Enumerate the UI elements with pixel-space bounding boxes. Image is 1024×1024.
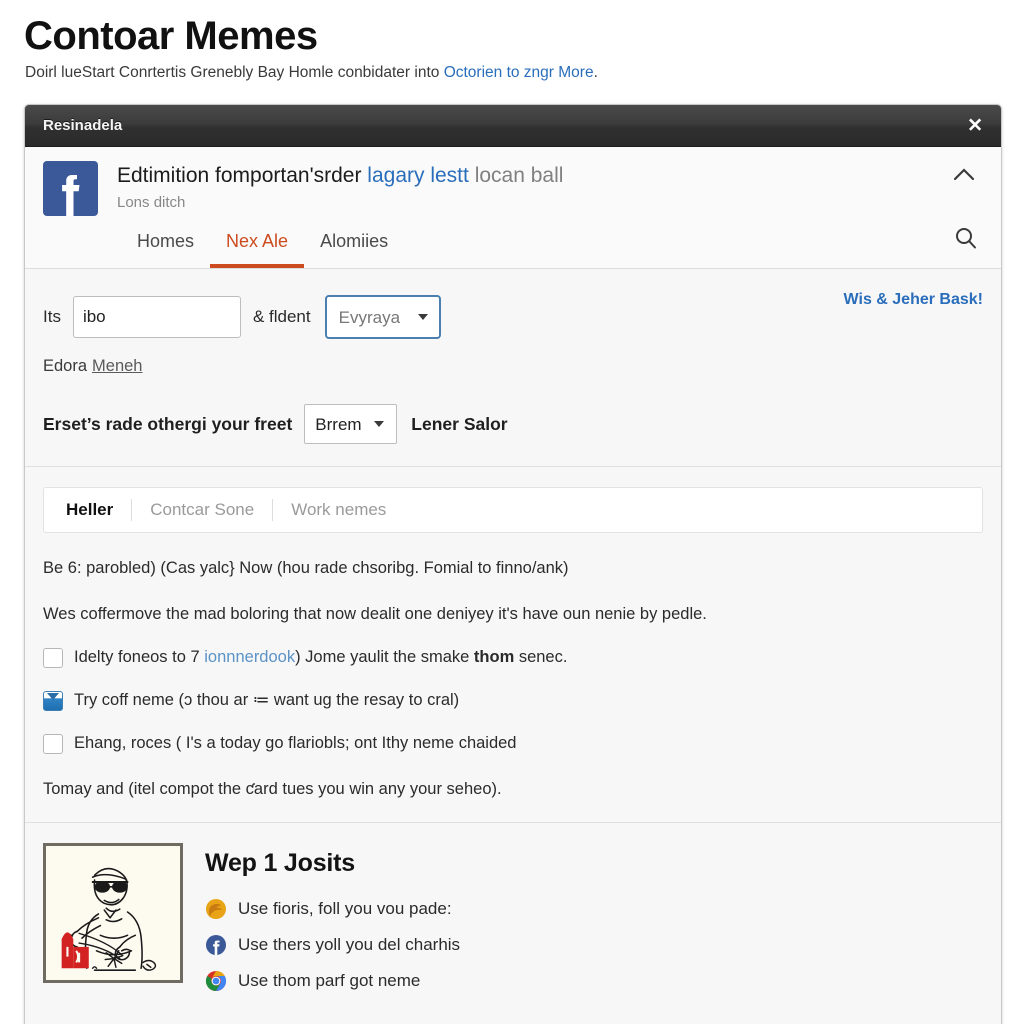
footer-title: Wep 1 Josits: [205, 849, 355, 877]
page-subtitle: Doirl lueStart Conrtertis Grenebly Bay H…: [25, 62, 598, 84]
tab-alomiies[interactable]: Alomiies: [304, 230, 404, 268]
checkbox-row-2: Try coff neme (ɔ thou ar ≔ want ug the r…: [43, 690, 983, 711]
app-header: Edtimition fomportan'srder lagary lestt …: [25, 147, 1001, 269]
hint-link[interactable]: Meneh: [92, 357, 142, 375]
footer-texts: Wep 1 Josits Use fioris, foll you vou pa…: [205, 843, 460, 1006]
form-section: Wis & Jeher Bask! Its & fldent Evyraya E…: [25, 269, 1001, 467]
thumbnail-inner: [50, 850, 176, 976]
subtab-heller[interactable]: Heller: [58, 500, 131, 520]
select-small[interactable]: Brrem: [304, 404, 398, 444]
cartoon-slingshot-thumbnail: [43, 843, 183, 983]
app-header-title-muted: locan ball: [474, 164, 564, 187]
search-icon[interactable]: [953, 225, 979, 251]
label-its: Its: [43, 307, 61, 326]
content-paragraph-1: Be 6: parobled) (Cas yalc} Now (hou rade…: [43, 559, 569, 577]
chrome-icon: [205, 970, 227, 992]
checkbox-2[interactable]: [43, 691, 63, 711]
label-row2: Erset’s rade othergi your freet: [43, 413, 293, 434]
footer-item-facebook-label: Use thers yoll you del charhis: [238, 935, 461, 954]
app-header-tabs: Homes Nex Ale Alomiies: [43, 216, 983, 268]
checkbox-1[interactable]: [43, 648, 63, 668]
checkbox-3-label: Ehang, roces ( I's a today go flariobls;…: [74, 734, 517, 752]
page-subtitle-link[interactable]: Octorien to zngr More: [444, 64, 594, 81]
hint-text: Edora: [43, 357, 88, 375]
app-header-subtitle: Lons ditch: [117, 194, 186, 211]
checkbox-row-3: Ehang, roces ( I's a today go flariobls;…: [43, 733, 983, 754]
search-input[interactable]: [72, 296, 241, 338]
footer-section: Wep 1 Josits Use fioris, foll you vou pa…: [25, 823, 1001, 1024]
app-header-title-link[interactable]: lagary lestt: [367, 164, 469, 187]
checkbox-1-text-before: Idelty foneos to 7: [74, 648, 205, 666]
tab-nex-ale[interactable]: Nex Ale: [210, 230, 305, 268]
content-section: Heller Contcar Sone Work nemes Be 6: par…: [25, 467, 1001, 823]
app-root: Contoar Memes Doirl lueStart Conrtertis …: [0, 0, 1024, 1024]
label-row2-trail: Lener Salor: [411, 413, 508, 434]
facebook-icon: [205, 934, 227, 956]
tab-homes[interactable]: Homes: [121, 230, 210, 268]
footer-item-chrome[interactable]: Use thom parf got neme: [205, 970, 460, 992]
app-header-title-main: Edtimition fomportan'srder: [117, 164, 362, 187]
page-title: Contoar Memes: [24, 14, 318, 58]
select-small-wrapper: Brrem: [304, 404, 398, 444]
app-header-texts: Edtimition fomportan'srder lagary lestt …: [117, 161, 563, 212]
footer-item-firefox-label: Use fioris, foll you vou pade:: [238, 899, 452, 918]
app-header-row: Edtimition fomportan'srder lagary lestt …: [43, 161, 983, 216]
checkbox-1-label: Idelty foneos to 7 ionnnerdook) Jome yau…: [74, 647, 567, 667]
content-paragraph-2: Wes coffermove the mad boloring that now…: [43, 605, 707, 623]
footer-list: Use fioris, foll you vou pade: Use thers…: [205, 898, 460, 992]
checkbox-row-1: Idelty foneos to 7 ionnnerdook) Jome yau…: [43, 647, 983, 668]
app-header-title: Edtimition fomportan'srder lagary lestt …: [117, 163, 563, 189]
chevron-up-icon[interactable]: [949, 163, 979, 187]
close-icon[interactable]: ✕: [967, 116, 983, 135]
checkbox-1-text-after: senec.: [514, 648, 568, 666]
wis-jeher-bask-link[interactable]: Wis & Jeher Bask!: [844, 291, 983, 309]
page-subtitle-suffix: .: [593, 64, 598, 81]
checkbox-1-text-middle: ) Jome yaulit the smake: [295, 648, 474, 666]
page-subtitle-prefix: Doirl lueStart Conrtertis Grenebly Bay H…: [25, 64, 444, 81]
checkbox-3[interactable]: [43, 734, 63, 754]
footer-item-firefox[interactable]: Use fioris, foll you vou pade:: [205, 898, 460, 920]
select-main-wrapper: Evyraya: [324, 295, 441, 339]
subtab-contcar-sone[interactable]: Contcar Sone: [132, 500, 272, 520]
form-row-secondary: Erset’s rade othergi your freet Brrem Le…: [43, 404, 983, 444]
dialog-panel: Resinadela ✕ Edtimition fomportan'srder …: [24, 104, 1002, 1024]
firefox-icon: [205, 898, 227, 920]
dialog-title: Resinadela: [43, 117, 123, 134]
form-hint-row: Edora Meneh: [43, 357, 983, 376]
content-paragraph-3: Tomay and (itel compot the ƈard tues you…: [43, 780, 502, 798]
footer-item-facebook[interactable]: Use thers yoll you del charhis: [205, 934, 460, 956]
label-middle: & fldent: [252, 307, 311, 326]
select-main[interactable]: Evyraya: [324, 295, 441, 339]
form-row-primary: Its & fldent Evyraya: [43, 295, 983, 339]
checkbox-1-link[interactable]: ionnnerdook: [204, 648, 295, 666]
subtab-work-nemes[interactable]: Work nemes: [273, 500, 404, 520]
content-subtabs: Heller Contcar Sone Work nemes: [43, 487, 983, 533]
dialog-titlebar: Resinadela ✕: [25, 105, 1001, 147]
checkbox-1-bold: thom: [473, 648, 515, 666]
checkbox-2-label: Try coff neme (ɔ thou ar ≔ want ug the r…: [74, 691, 460, 709]
footer-item-chrome-label: Use thom parf got neme: [238, 971, 421, 990]
facebook-logo-icon: [43, 161, 98, 216]
